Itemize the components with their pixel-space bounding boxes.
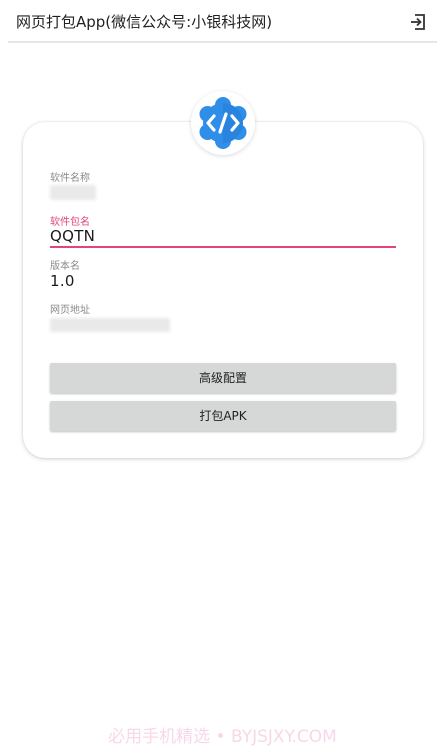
app-bar: 网页打包App(微信公众号:小银科技网) <box>0 0 445 43</box>
app-name-label: 软件名称 <box>50 173 90 184</box>
appbar-divider <box>8 41 437 43</box>
build-apk-button[interactable]: 打包APK <box>50 401 396 431</box>
package-name-underline <box>50 246 396 248</box>
package-name-label: 软件包名 <box>50 217 90 228</box>
version-name-field[interactable]: 1.0 <box>50 272 75 290</box>
app-logo <box>191 91 255 155</box>
version-name-label: 版本名 <box>50 261 80 272</box>
app-name-redacted <box>50 185 96 200</box>
package-name-field[interactable]: QQTN <box>50 227 95 245</box>
app-title: 网页打包App(微信公众号:小银科技网) <box>16 13 273 31</box>
advanced-settings-button[interactable]: 高级配置 <box>50 363 396 393</box>
web-url-label: 网页地址 <box>50 305 90 316</box>
screen: 网页打包App(微信公众号:小银科技网) 软件名称 软件包名 QQTN 版本名 … <box>0 0 445 754</box>
watermark: 必用手机精选 • BYJSJXY.COM <box>108 727 337 747</box>
web-url-redacted <box>50 318 170 332</box>
exit-icon[interactable] <box>408 12 428 32</box>
code-brackets-icon <box>199 97 247 149</box>
